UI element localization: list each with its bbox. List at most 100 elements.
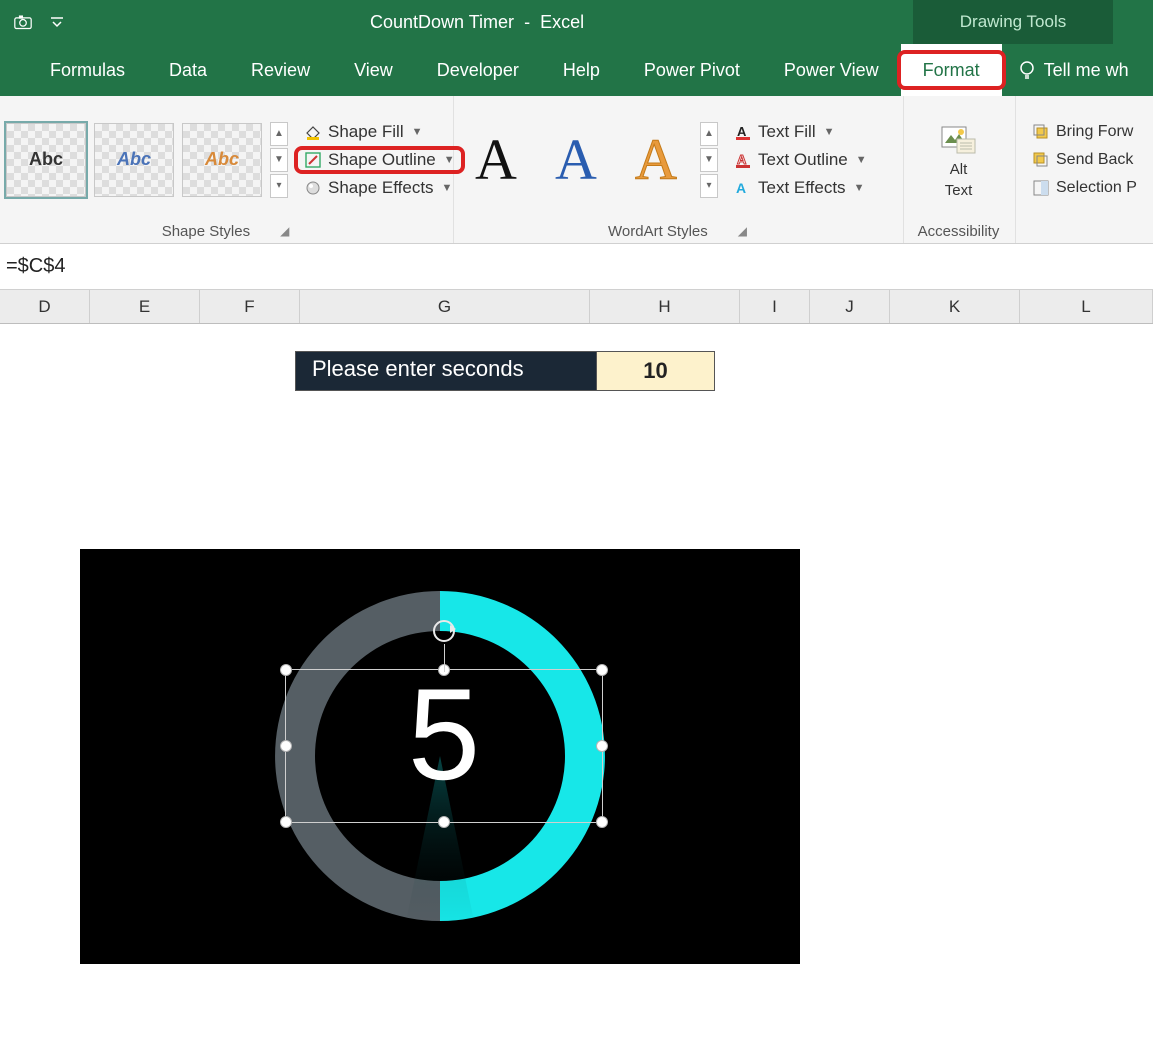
shape-style-swatch-3[interactable]: Abc <box>182 123 262 197</box>
column-header-i[interactable]: I <box>740 290 810 323</box>
tab-developer[interactable]: Developer <box>415 44 541 96</box>
tab-powerpivot[interactable]: Power Pivot <box>622 44 762 96</box>
cmd-label: Shape Outline <box>328 150 436 170</box>
tab-label: Developer <box>437 60 519 81</box>
group-label: Shape Styles <box>162 223 250 240</box>
resize-handle-sw[interactable] <box>280 816 292 828</box>
group-shape-styles: Abc Abc Abc ▲ ▼ ▾ Shape Fill ▼ <box>0 96 454 243</box>
send-backward-icon <box>1032 151 1050 169</box>
wordart-swatch-3[interactable]: A <box>620 123 692 197</box>
worksheet[interactable]: Please enter seconds 10 5 <box>0 324 1153 1039</box>
resize-handle-se[interactable] <box>596 816 608 828</box>
column-header-e[interactable]: E <box>90 290 200 323</box>
tab-formulas[interactable]: Formulas <box>28 44 147 96</box>
cmd-label: Send Back <box>1056 151 1133 169</box>
tab-label: Review <box>251 60 310 81</box>
shape-style-swatch-1[interactable]: Abc <box>6 123 86 197</box>
gallery-scroll-down-icon[interactable]: ▼ <box>700 148 718 172</box>
input-value-cell[interactable]: 10 <box>596 352 714 390</box>
tab-label: Formulas <box>50 60 125 81</box>
gallery-scroll-down-icon[interactable]: ▼ <box>270 148 288 172</box>
timer-digit: 5 <box>408 659 480 809</box>
shape-outline-button[interactable]: Shape Outline▼ <box>298 148 461 172</box>
customize-qat-icon[interactable] <box>48 13 66 31</box>
selected-textbox[interactable]: 5 <box>285 669 603 823</box>
resize-handle-s[interactable] <box>438 816 450 828</box>
tell-me-label: Tell me wh <box>1044 60 1129 81</box>
alt-text-button[interactable]: Alt Text <box>924 121 994 199</box>
cmd-label: Text Effects <box>758 178 846 198</box>
tab-view[interactable]: View <box>332 44 415 96</box>
shape-fill-button[interactable]: Shape Fill▼ <box>298 120 461 144</box>
shape-style-swatch-2[interactable]: Abc <box>94 123 174 197</box>
wordart-swatch-2[interactable]: A <box>540 123 612 197</box>
resize-handle-w[interactable] <box>280 740 292 752</box>
column-header-d[interactable]: D <box>0 290 90 323</box>
tab-powerview[interactable]: Power View <box>762 44 901 96</box>
text-fill-button[interactable]: A Text Fill▼ <box>728 120 873 144</box>
cmd-label: Shape Fill <box>328 122 404 142</box>
tab-label: Power View <box>784 60 879 81</box>
cmd-label: Text Outline <box>758 150 848 170</box>
tab-data[interactable]: Data <box>147 44 229 96</box>
cmd-label: Bring Forw <box>1056 123 1133 141</box>
bring-forward-button[interactable]: Bring Forw <box>1026 121 1143 143</box>
lightbulb-icon <box>1018 61 1036 79</box>
gallery-expand-icon[interactable]: ▾ <box>270 174 288 198</box>
column-header-g[interactable]: G <box>300 290 590 323</box>
rotate-handle[interactable] <box>433 620 455 642</box>
svg-text:A: A <box>737 124 747 139</box>
column-header-h[interactable]: H <box>590 290 740 323</box>
resize-handle-nw[interactable] <box>280 664 292 676</box>
cmd-label: Selection P <box>1056 179 1137 197</box>
formula-bar-value: =$C$4 <box>6 255 66 278</box>
gallery-expand-icon[interactable]: ▾ <box>700 174 718 198</box>
resize-handle-e[interactable] <box>596 740 608 752</box>
contextual-tab-group-label: Drawing Tools <box>913 0 1113 44</box>
tab-format[interactable]: Format <box>901 44 1002 96</box>
send-backward-button[interactable]: Send Back <box>1026 149 1143 171</box>
gallery-scroll-up-icon[interactable]: ▲ <box>270 122 288 146</box>
shape-effects-button[interactable]: Shape Effects▼ <box>298 176 461 200</box>
text-fill-icon: A <box>734 123 752 141</box>
btn-line1: Alt <box>950 161 968 178</box>
column-header-k[interactable]: K <box>890 290 1020 323</box>
cmd-label: Text Fill <box>758 122 816 142</box>
formula-bar[interactable]: =$C$4 <box>0 244 1153 290</box>
dialog-launcher-icon[interactable]: ◢ <box>280 224 289 238</box>
wordart-gallery[interactable]: A A A ▲ ▼ ▾ <box>460 122 718 198</box>
swatch-label: Abc <box>117 149 151 170</box>
effects-icon <box>304 179 322 197</box>
countdown-chart: 5 <box>80 549 800 964</box>
text-effects-button[interactable]: A Text Effects▼ <box>728 176 873 200</box>
dialog-launcher-icon[interactable]: ◢ <box>738 224 747 238</box>
title-bar: CountDown Timer - Excel Drawing Tools <box>0 0 1153 44</box>
tab-label: View <box>354 60 393 81</box>
alt-text-icon <box>939 121 979 157</box>
resize-handle-ne[interactable] <box>596 664 608 676</box>
tell-me[interactable]: Tell me wh <box>1002 44 1145 96</box>
text-effects-icon: A <box>734 179 752 197</box>
swatch-label: Abc <box>205 149 239 170</box>
wordart-swatch-1[interactable]: A <box>460 123 532 197</box>
svg-text:A: A <box>736 180 746 196</box>
window-title: CountDown Timer - Excel <box>300 12 913 33</box>
ribbon-tabs: Formulas Data Review View Developer Help… <box>0 44 1153 96</box>
gallery-scroll-up-icon[interactable]: ▲ <box>700 122 718 146</box>
tab-help[interactable]: Help <box>541 44 622 96</box>
selection-pane-button[interactable]: Selection P <box>1026 177 1143 199</box>
gallery-scroll: ▲ ▼ ▾ <box>270 122 288 198</box>
group-wordart-styles: A A A ▲ ▼ ▾ A Text Fill▼ A Text Outline▼ <box>454 96 904 243</box>
app-name: Excel <box>540 12 584 32</box>
column-header-f[interactable]: F <box>200 290 300 323</box>
tab-review[interactable]: Review <box>229 44 332 96</box>
text-outline-button[interactable]: A Text Outline▼ <box>728 148 873 172</box>
btn-line2: Text <box>945 182 973 199</box>
selection-pane-icon <box>1032 179 1050 197</box>
column-header-j[interactable]: J <box>810 290 890 323</box>
group-label: WordArt Styles <box>608 223 708 240</box>
camera-icon[interactable] <box>14 13 32 31</box>
column-header-l[interactable]: L <box>1020 290 1153 323</box>
tab-label: Data <box>169 60 207 81</box>
shape-style-gallery[interactable]: Abc Abc Abc ▲ ▼ ▾ <box>6 122 288 198</box>
